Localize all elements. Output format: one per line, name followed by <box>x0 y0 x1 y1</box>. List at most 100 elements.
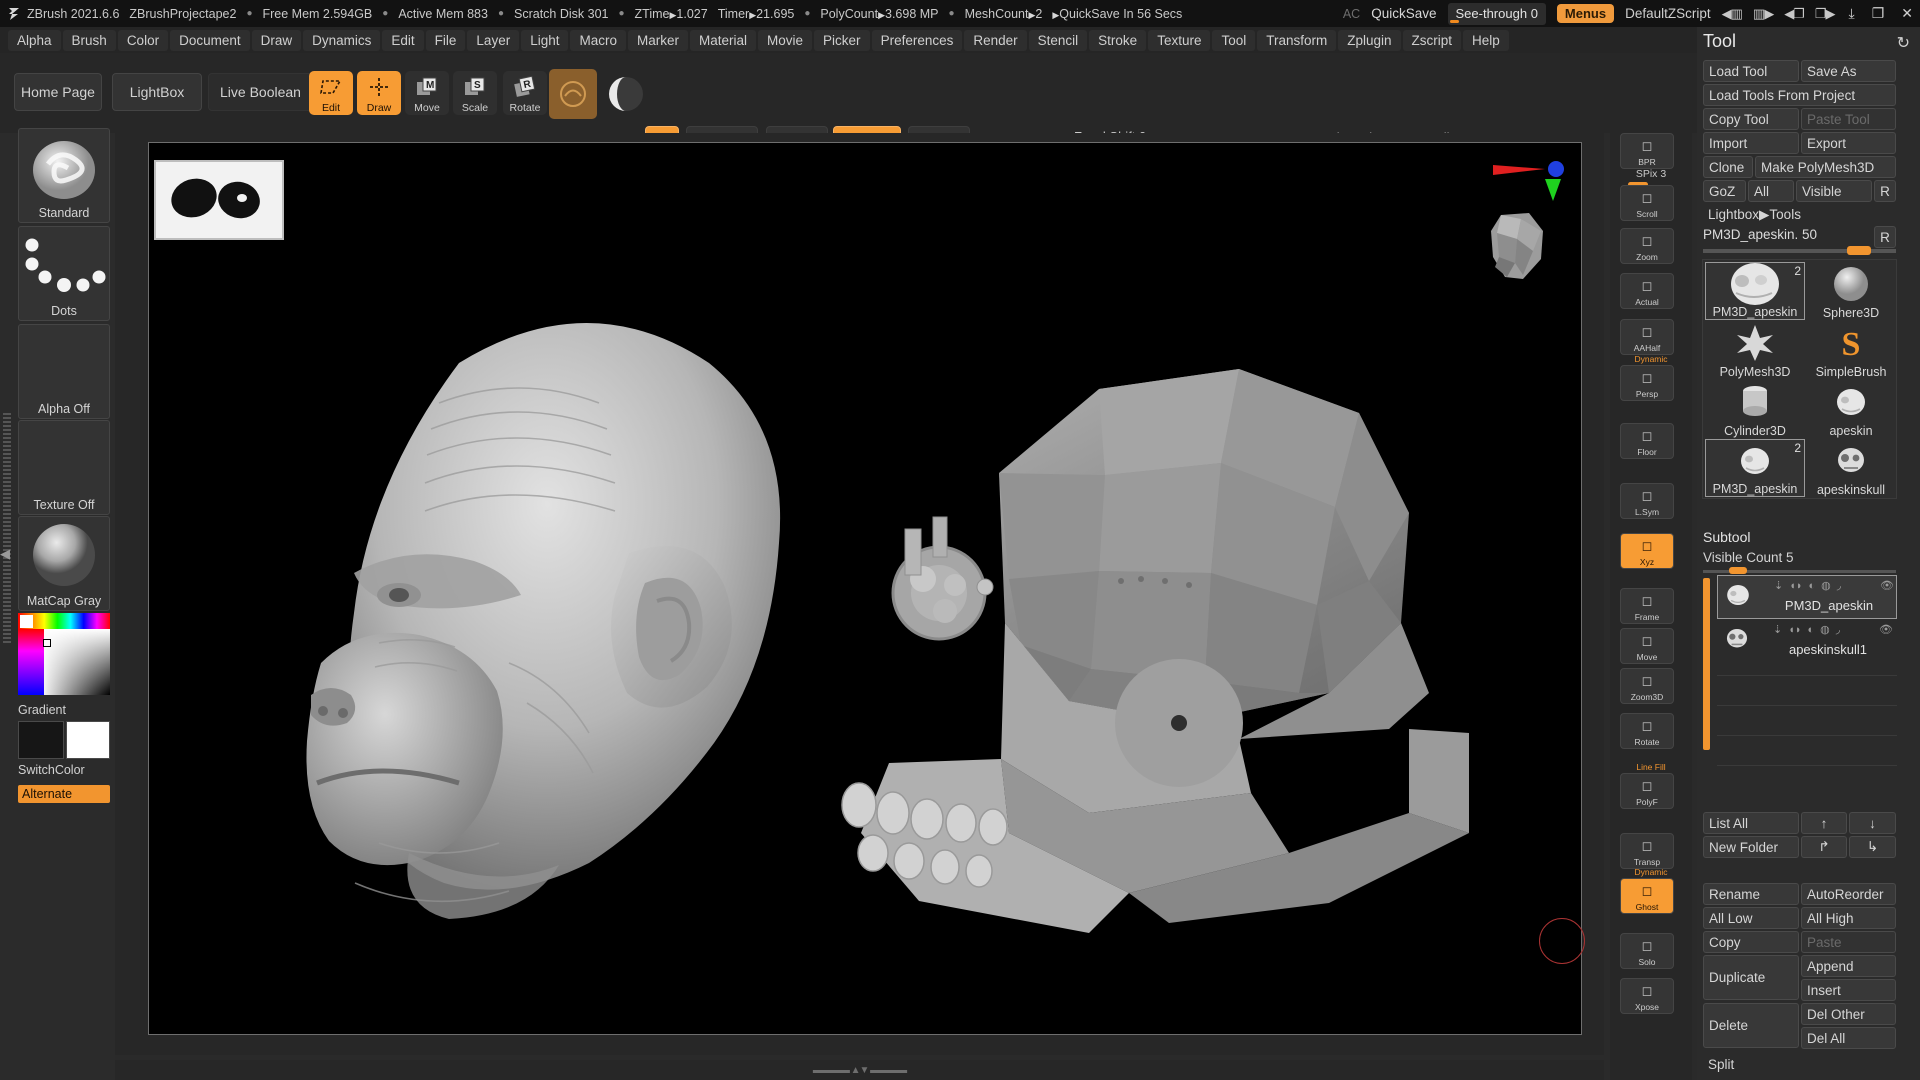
menu-item-light[interactable]: Light <box>521 29 569 51</box>
import-button[interactable]: Import <box>1703 132 1799 154</box>
zoom3d-button[interactable]: ◻ Zoom3D <box>1620 668 1674 704</box>
smooth-icon[interactable]: ◞ <box>1836 623 1840 636</box>
texture-swatch[interactable]: Texture Off <box>18 420 110 515</box>
menu-item-zscript[interactable]: Zscript <box>1402 29 1462 51</box>
tool-slider-knob[interactable] <box>1847 246 1871 255</box>
polypaint-icon[interactable]: ◐ <box>1809 580 1816 592</box>
frame-button[interactable]: ◻ Frame <box>1620 588 1674 624</box>
tool-thumbnail-sphere3d[interactable]: Sphere3D <box>1801 262 1901 320</box>
menu-item-dynamics[interactable]: Dynamics <box>303 29 381 51</box>
menu-item-render[interactable]: Render <box>964 29 1027 51</box>
move-down-button[interactable]: ↓ <box>1849 812 1896 834</box>
new-folder-button[interactable]: New Folder <box>1703 836 1799 858</box>
duplicate-button[interactable]: Duplicate <box>1703 955 1799 1000</box>
tool-thumbnail-pm3d-apeskin[interactable]: PM3D_apeskin 2 <box>1705 439 1805 497</box>
tool-slider-label[interactable]: PM3D_apeskin. 50 <box>1703 227 1873 247</box>
visible-count-knob[interactable] <box>1729 567 1747 574</box>
delete-button[interactable]: Delete <box>1703 1003 1799 1048</box>
split-button[interactable]: Split <box>1703 1053 1896 1075</box>
all-low-button[interactable]: All Low <box>1703 907 1799 929</box>
viewport-3d[interactable] <box>148 142 1585 1035</box>
gradient-label[interactable]: Gradient <box>18 703 66 717</box>
visibility-toggle-icon[interactable]: ◖◗ <box>1789 580 1802 592</box>
lightbox-tools-button[interactable]: Lightbox▶Tools <box>1703 204 1896 226</box>
rename-button[interactable]: Rename <box>1703 883 1799 905</box>
goz-all-button[interactable]: All <box>1748 180 1794 202</box>
axis-orientation-gizmo[interactable] <box>1461 153 1571 213</box>
transparency-button[interactable]: ◻ Transp <box>1620 833 1674 869</box>
menu-item-transform[interactable]: Transform <box>1257 29 1337 51</box>
menu-item-stroke[interactable]: Stroke <box>1089 29 1147 51</box>
tool-thumbnail-simplebrush[interactable]: S SimpleBrush <box>1801 321 1901 379</box>
save-as-button[interactable]: Save As <box>1801 60 1896 82</box>
menu-item-material[interactable]: Material <box>690 29 757 51</box>
menu-item-color[interactable]: Color <box>117 29 169 51</box>
solo-button[interactable]: ◻ Solo <box>1620 933 1674 969</box>
quicksave-button[interactable]: QuickSave <box>1371 6 1436 21</box>
ghost-button[interactable]: ◻ Ghost <box>1620 878 1674 914</box>
xyz-symmetry-button[interactable]: ◻ Xyz <box>1620 533 1674 569</box>
material-swatch[interactable]: MatCap Gray <box>18 516 110 611</box>
minimize-icon[interactable]: ⤓ <box>1846 5 1858 22</box>
make-polymesh3d-button[interactable]: Make PolyMesh3D <box>1755 156 1896 178</box>
actual-size-button[interactable]: ◻ Actual <box>1620 273 1674 309</box>
visible-count-label[interactable]: Visible Count 5 <box>1703 550 1794 565</box>
alternate-button[interactable]: Alternate <box>18 785 110 803</box>
aahalf-button[interactable]: ◻ AAHalf <box>1620 319 1674 355</box>
menu-item-stencil[interactable]: Stencil <box>1028 29 1088 51</box>
xpose-button[interactable]: ◻ Xpose <box>1620 978 1674 1014</box>
value-square[interactable] <box>44 629 110 695</box>
menu-item-file[interactable]: File <box>425 29 466 51</box>
stroke-swatch[interactable]: Dots <box>18 226 110 321</box>
current-stroke-button[interactable] <box>602 69 650 119</box>
close-icon[interactable]: ✕ <box>1898 5 1916 22</box>
rotate-button[interactable]: R Rotate <box>503 71 547 115</box>
del-other-button[interactable]: Del Other <box>1801 1003 1896 1025</box>
append-button[interactable]: Append <box>1801 955 1896 977</box>
paint-icon[interactable]: ⇣ <box>1774 579 1783 592</box>
alpha-preview-thumb[interactable] <box>154 160 284 240</box>
scale-button[interactable]: S Scale <box>453 71 497 115</box>
menu-item-preferences[interactable]: Preferences <box>871 29 963 51</box>
menu-item-zplugin[interactable]: Zplugin <box>1338 29 1401 51</box>
doc-scroll-handle[interactable]: ▬▬▬▬ ▲▼ ▬▬▬▬ <box>813 1065 907 1076</box>
secondary-color-swatch[interactable] <box>18 721 64 759</box>
panel-reset-icon[interactable]: ↻ <box>1897 33 1910 53</box>
transparency-icon[interactable]: ◍ <box>1820 623 1830 636</box>
menu-item-help[interactable]: Help <box>1463 29 1509 51</box>
smooth-icon[interactable]: ◞ <box>1837 579 1841 592</box>
menu-item-layer[interactable]: Layer <box>467 29 520 51</box>
paste-button[interactable]: Paste <box>1801 931 1896 953</box>
see-through-slider[interactable]: See-through 0 <box>1447 2 1546 25</box>
move-in-button[interactable]: ↳ <box>1849 836 1896 858</box>
primary-color-swatch[interactable] <box>20 615 33 628</box>
move-out-button[interactable]: ↱ <box>1801 836 1847 858</box>
paint-icon[interactable]: ⇣ <box>1773 623 1782 636</box>
edit-button[interactable]: Edit <box>309 71 353 115</box>
polypaint-icon[interactable]: ◐ <box>1808 624 1815 636</box>
zoom-button[interactable]: ◻ Zoom <box>1620 228 1674 264</box>
subtool-row[interactable]: ⇣ ◖◗ ◐ ◍ ◞ 👁 apeskinskull1 <box>1717 620 1897 664</box>
insert-button[interactable]: Insert <box>1801 979 1896 1001</box>
primary-color-large-swatch[interactable] <box>66 721 110 759</box>
left-sidebar-collapse-arrow-icon[interactable]: ◀ <box>0 546 10 562</box>
menu-item-macro[interactable]: Macro <box>570 29 626 51</box>
switchcolor-label[interactable]: SwitchColor <box>18 763 85 777</box>
live-boolean-button[interactable]: Live Boolean <box>208 73 313 111</box>
tool-slider-r-button[interactable]: R <box>1874 226 1896 248</box>
tool-thumbnail-cylinder3d[interactable]: Cylinder3D <box>1705 380 1805 438</box>
subtool-row[interactable]: ⇣ ◖◗ ◐ ◍ ◞ 👁 PM3D_apeskin <box>1717 575 1897 619</box>
visibility-toggle-icon[interactable]: ◖◗ <box>1788 624 1801 636</box>
paste-tool-button[interactable]: Paste Tool <box>1801 108 1896 130</box>
local-symmetry-button[interactable]: ◻ L.Sym <box>1620 483 1674 519</box>
menu-item-picker[interactable]: Picker <box>814 29 870 51</box>
current-brush-button[interactable] <box>549 69 597 119</box>
spix-label[interactable]: SPix 3 <box>1610 168 1692 180</box>
goz-visible-button[interactable]: Visible <box>1796 180 1872 202</box>
rotate-button[interactable]: ◻ Rotate <box>1620 713 1674 749</box>
eye-icon[interactable]: 👁 <box>1880 579 1894 592</box>
tool-thumbnail-pm3d-apeskin[interactable]: PM3D_apeskin 2 <box>1705 262 1805 320</box>
goz-r-button[interactable]: R <box>1874 180 1896 202</box>
move-button[interactable]: ◻ Move <box>1620 628 1674 664</box>
all-high-button[interactable]: All High <box>1801 907 1896 929</box>
